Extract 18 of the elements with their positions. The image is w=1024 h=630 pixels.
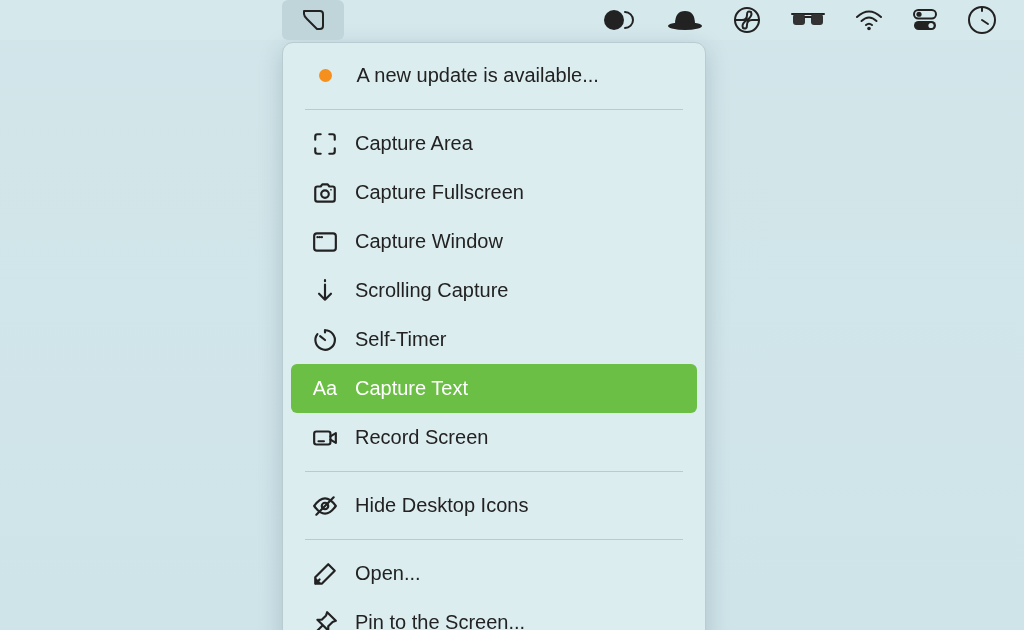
menu-item[interactable]: Capture Fullscreen bbox=[291, 168, 697, 217]
bowler-hat-icon[interactable] bbox=[667, 9, 703, 31]
menu-item[interactable]: Pin to the Screen... bbox=[291, 598, 697, 630]
text-glyph: Aa bbox=[311, 377, 339, 400]
menu-item[interactable]: Capture Area bbox=[291, 119, 697, 168]
menu-item[interactable]: Capture Window bbox=[291, 217, 697, 266]
wifi-icon[interactable] bbox=[855, 9, 883, 31]
menu-item[interactable]: Self-Timer bbox=[291, 315, 697, 364]
toggle-switches-icon[interactable] bbox=[913, 9, 937, 31]
cable-circle-icon[interactable] bbox=[733, 6, 761, 34]
update-menu-item[interactable]: A new update is available... bbox=[291, 51, 697, 100]
menu-item[interactable]: Hide Desktop Icons bbox=[291, 481, 697, 530]
menu-item[interactable]: Open... bbox=[291, 549, 697, 598]
menu-item[interactable]: Scrolling Capture bbox=[291, 266, 697, 315]
app-menu-icon[interactable] bbox=[282, 0, 344, 40]
contrast-toggle-icon[interactable] bbox=[603, 9, 637, 31]
clock-icon[interactable] bbox=[967, 5, 997, 35]
menu-item[interactable]: Record Screen bbox=[291, 413, 697, 462]
